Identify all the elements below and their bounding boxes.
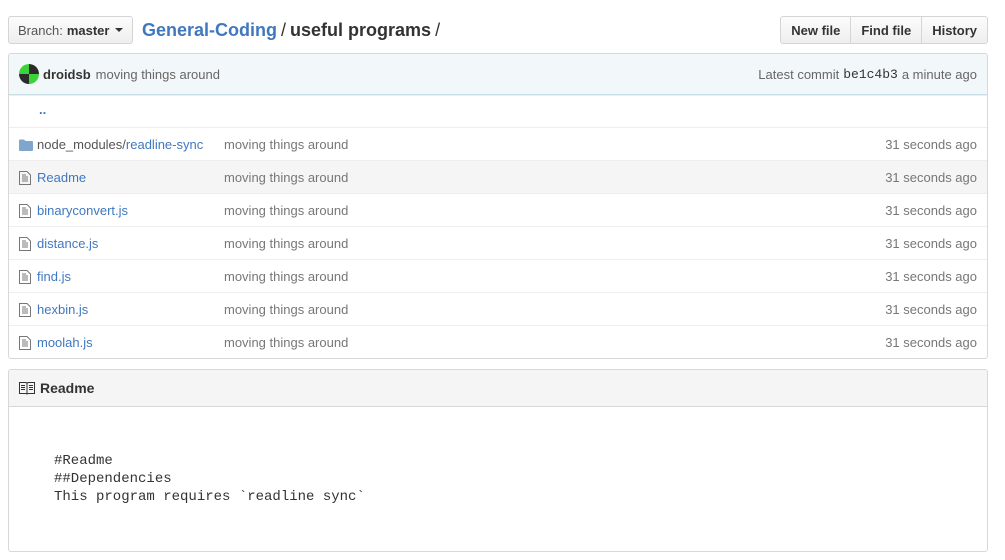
file-link[interactable]: distance.js (37, 227, 98, 260)
readme-header: Readme (9, 370, 987, 407)
history-button[interactable]: History (921, 16, 988, 44)
file-icon (19, 227, 31, 260)
file-age: 31 seconds ago (885, 170, 977, 185)
commit-meta: Latest commit be1c4b3 a minute ago (758, 54, 977, 95)
commit-tease: droidsb moving things around Latest comm… (9, 54, 987, 95)
book-icon (19, 381, 35, 395)
file-icon (19, 161, 31, 194)
table-row[interactable]: distance.js moving things around 31 seco… (9, 226, 987, 259)
commit-sha[interactable]: be1c4b3 (843, 67, 898, 82)
file-name[interactable]: readline-sync (126, 137, 203, 152)
file-commit-message[interactable]: moving things around (224, 161, 348, 194)
file-link[interactable]: find.js (37, 260, 71, 293)
breadcrumb-separator: / (281, 20, 287, 40)
file-age: 31 seconds ago (885, 302, 977, 317)
caret-down-icon (115, 28, 124, 32)
table-row[interactable]: node_modules/readline-sync moving things… (9, 127, 987, 160)
folder-icon (19, 128, 33, 161)
table-row[interactable]: find.js moving things around 31 seconds … (9, 259, 987, 292)
latest-commit-label: Latest commit (758, 67, 840, 82)
file-commit-message[interactable]: moving things around (224, 194, 348, 227)
file-link[interactable]: hexbin.js (37, 293, 88, 326)
breadcrumb-current-dir: useful programs (290, 20, 432, 40)
file-age: 31 seconds ago (885, 137, 977, 152)
branch-select-button[interactable]: Branch: master (8, 16, 134, 44)
readme-panel: Readme #Readme ##Dependencies This progr… (8, 369, 988, 552)
breadcrumb-trailing-separator: / (435, 20, 441, 40)
file-icon (19, 194, 31, 227)
branch-label: Branch: (18, 22, 63, 38)
up-directory-link[interactable]: .. (39, 102, 46, 117)
readme-content: #Readme ##Dependencies This program requ… (54, 453, 365, 505)
new-file-button[interactable]: New file (780, 16, 852, 44)
table-row[interactable]: moolah.js moving things around 31 second… (9, 325, 987, 358)
file-list: droidsb moving things around Latest comm… (8, 53, 988, 359)
file-link[interactable]: node_modules/readline-sync (37, 128, 203, 161)
file-link[interactable]: Readme (37, 161, 86, 194)
file-age: 31 seconds ago (885, 269, 977, 284)
table-row[interactable]: Readme moving things around 31 seconds a… (9, 160, 987, 193)
commit-age: a minute ago (901, 67, 977, 82)
file-commit-message[interactable]: moving things around (224, 227, 348, 260)
readme-title: Readme (40, 380, 95, 396)
file-age: 31 seconds ago (885, 335, 977, 350)
file-commit-message[interactable]: moving things around (224, 293, 348, 326)
avatar[interactable] (19, 64, 39, 84)
file-commit-message[interactable]: moving things around (224, 128, 348, 161)
table-row[interactable]: binaryconvert.js moving things around 31… (9, 193, 987, 226)
commit-message[interactable]: moving things around (96, 67, 220, 82)
file-commit-message[interactable]: moving things around (224, 326, 348, 358)
file-actions: New file Find file History (780, 16, 988, 44)
file-navigation: Branch: master General-Coding / useful pro… (8, 16, 988, 44)
file-age: 31 seconds ago (885, 203, 977, 218)
file-commit-message[interactable]: moving things around (224, 260, 348, 293)
breadcrumb-repo-link[interactable]: General-Coding (142, 20, 277, 40)
file-icon (19, 293, 31, 326)
commit-author[interactable]: droidsb (43, 67, 91, 82)
file-age: 31 seconds ago (885, 236, 977, 251)
file-link[interactable]: moolah.js (37, 326, 93, 358)
file-icon (19, 326, 31, 358)
file-icon (19, 260, 31, 293)
breadcrumb: General-Coding / useful programs / (142, 18, 444, 42)
file-link[interactable]: binaryconvert.js (37, 194, 128, 227)
up-directory-row[interactable]: .. (9, 95, 987, 127)
table-row[interactable]: hexbin.js moving things around 31 second… (9, 292, 987, 325)
branch-name: master (66, 22, 110, 38)
folder-prefix: node_modules/ (37, 137, 126, 152)
find-file-button[interactable]: Find file (850, 16, 923, 44)
